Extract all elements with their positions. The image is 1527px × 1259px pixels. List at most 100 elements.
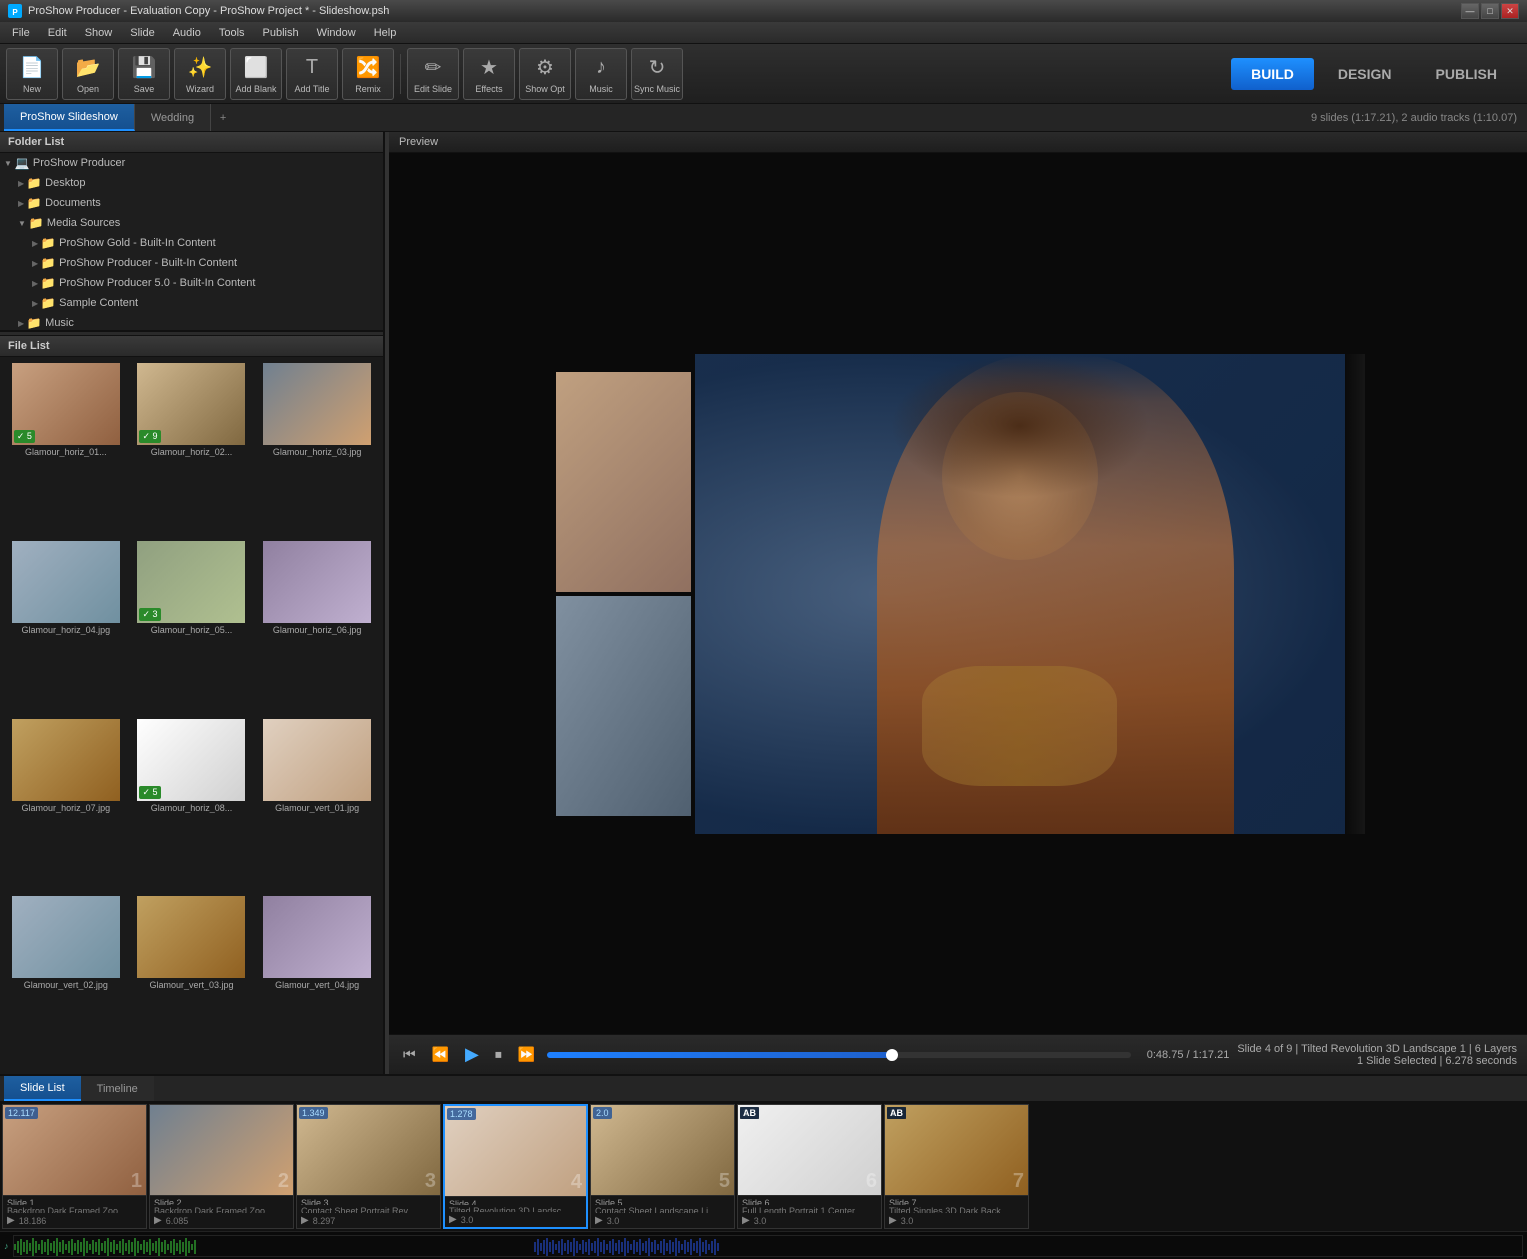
- folder-item-proshow-gold[interactable]: ▶📁ProShow Gold - Built-In Content: [0, 233, 383, 253]
- file-thumb-glamour10[interactable]: Glamour_vert_02.jpg: [4, 894, 128, 1070]
- slide-item-slide4[interactable]: 1.2784Slide 4Tilted Revolution 3D Landsc…: [443, 1104, 588, 1229]
- tab-slide-list[interactable]: Slide List: [4, 1076, 81, 1101]
- preview-area: Preview: [389, 132, 1527, 1074]
- toolbar-btn-edit-slide[interactable]: ✏Edit Slide: [407, 48, 459, 100]
- folder-icon-proshow-producer-content: 📁: [40, 255, 56, 271]
- slide-play-btn-slide1[interactable]: ▶: [7, 1215, 15, 1226]
- slide-play-btn-slide5[interactable]: ▶: [595, 1215, 603, 1226]
- file-thumb-glamour1[interactable]: ✓ 5Glamour_horiz_01...: [4, 361, 128, 537]
- slide-label-slide2: Slide 2: [150, 1195, 293, 1205]
- open-icon: 📂: [74, 54, 102, 82]
- minimize-button[interactable]: —: [1461, 3, 1479, 19]
- slide-play-btn-slide4[interactable]: ▶: [449, 1214, 457, 1225]
- preview-right-glow: [1345, 354, 1365, 834]
- menu-show[interactable]: Show: [77, 25, 121, 41]
- file-thumb-glamour2[interactable]: ✓ 9Glamour_horiz_02...: [130, 361, 254, 537]
- menu-window[interactable]: Window: [309, 25, 364, 41]
- file-thumb-glamour5[interactable]: ✓ 3Glamour_horiz_05...: [130, 539, 254, 715]
- slide-play-btn-slide3[interactable]: ▶: [301, 1215, 309, 1226]
- file-list-header: File List: [0, 336, 383, 357]
- progress-handle[interactable]: [886, 1049, 898, 1061]
- tab-wedding[interactable]: Wedding: [135, 104, 211, 131]
- slide-strip: 12.1171Slide 1Backdrop Dark Framed Zoo..…: [0, 1102, 1527, 1231]
- player-back[interactable]: ⏪: [428, 1042, 453, 1067]
- slide-item-slide7[interactable]: 2.0AB7Slide 7Tilted Singles 3D Dark Back…: [884, 1104, 1029, 1229]
- add-blank-label: Add Blank: [235, 84, 276, 94]
- menu-tools[interactable]: Tools: [211, 25, 253, 41]
- file-thumb-glamour9[interactable]: Glamour_vert_01.jpg: [255, 717, 379, 893]
- folder-item-proshow-producer[interactable]: ▼💻ProShow Producer: [0, 153, 383, 173]
- toolbar-btn-sync-music[interactable]: ↻Sync Music: [631, 48, 683, 100]
- slide-thumb-slide5: 2.05: [591, 1105, 734, 1195]
- player-skip-back[interactable]: ⏮: [399, 1042, 420, 1067]
- folder-item-sample-content[interactable]: ▶📁Sample Content: [0, 293, 383, 313]
- bottom-tabs: Slide List Timeline: [0, 1076, 1527, 1102]
- slide-list-tab-label: Slide List: [20, 1082, 65, 1094]
- titlebar-controls[interactable]: — □ ✕: [1461, 3, 1519, 19]
- folder-item-proshow-producer-50[interactable]: ▶📁ProShow Producer 5.0 - Built-In Conten…: [0, 273, 383, 293]
- slide-item-slide6[interactable]: 2.0AB6Slide 6Full Length Portrait 1 Cent…: [737, 1104, 882, 1229]
- slide-item-slide1[interactable]: 12.1171Slide 1Backdrop Dark Framed Zoo..…: [2, 1104, 147, 1229]
- player-forward[interactable]: ⏩: [514, 1042, 539, 1067]
- menu-publish[interactable]: Publish: [255, 25, 307, 41]
- slide-play-row-slide6: ▶3.0: [738, 1213, 881, 1228]
- progress-bar[interactable]: [547, 1052, 1130, 1058]
- tab-proshow-slideshow[interactable]: ProShow Slideshow: [4, 104, 135, 131]
- tree-arrow: ▶: [18, 179, 24, 188]
- tab-timeline[interactable]: Timeline: [81, 1076, 154, 1101]
- slide-item-slide3[interactable]: 1.3493Slide 3Contact Sheet Portrait Rev.…: [296, 1104, 441, 1229]
- folder-label-sample-content: Sample Content: [59, 297, 138, 309]
- toolbar-btn-show-opt[interactable]: ⚙Show Opt: [519, 48, 571, 100]
- toolbar-btn-wizard[interactable]: ✨Wizard: [174, 48, 226, 100]
- toolbar-btn-new[interactable]: 📄New: [6, 48, 58, 100]
- folder-item-documents[interactable]: ▶📁Documents: [0, 193, 383, 213]
- maximize-button[interactable]: □: [1481, 3, 1499, 19]
- file-thumb-glamour12[interactable]: Glamour_vert_04.jpg: [255, 894, 379, 1070]
- folder-label-proshow-producer: ProShow Producer: [33, 157, 125, 169]
- file-label-glamour9: Glamour_vert_01.jpg: [275, 803, 359, 813]
- toolbar-btn-remix[interactable]: 🔀Remix: [342, 48, 394, 100]
- close-button[interactable]: ✕: [1501, 3, 1519, 19]
- file-thumb-glamour4[interactable]: Glamour_horiz_04.jpg: [4, 539, 128, 715]
- add-title-label: Add Title: [294, 84, 329, 94]
- slide-label-slide3: Slide 3: [297, 1195, 440, 1205]
- mode-btn-publish[interactable]: PUBLISH: [1416, 58, 1517, 90]
- menu-help[interactable]: Help: [366, 25, 405, 41]
- slide-play-btn-slide6[interactable]: ▶: [742, 1215, 750, 1226]
- folder-label-documents: Documents: [45, 197, 101, 209]
- waveform-svg: [14, 1236, 1523, 1257]
- player-stop[interactable]: ⏹: [491, 1042, 506, 1067]
- mode-btn-design[interactable]: DESIGN: [1318, 58, 1412, 90]
- file-thumb-glamour3[interactable]: Glamour_horiz_03.jpg: [255, 361, 379, 537]
- toolbar-btn-effects[interactable]: ★Effects: [463, 48, 515, 100]
- file-label-glamour11: Glamour_vert_03.jpg: [149, 980, 233, 990]
- file-label-glamour7: Glamour_horiz_07.jpg: [22, 803, 111, 813]
- toolbar-btn-music[interactable]: ♪Music: [575, 48, 627, 100]
- player-play[interactable]: ▶: [461, 1040, 483, 1069]
- file-thumb-glamour8[interactable]: ✓ 5Glamour_horiz_08...: [130, 717, 254, 893]
- menu-audio[interactable]: Audio: [165, 25, 209, 41]
- toolbar-btn-add-title[interactable]: TAdd Title: [286, 48, 338, 100]
- folder-item-music[interactable]: ▶📁Music: [0, 313, 383, 332]
- tab-add-button[interactable]: +: [211, 104, 235, 131]
- toolbar-btn-open[interactable]: 📂Open: [62, 48, 114, 100]
- file-thumb-glamour11[interactable]: Glamour_vert_03.jpg: [130, 894, 254, 1070]
- thumb-image-glamour3: [263, 363, 371, 445]
- slide-item-slide5[interactable]: 2.05Slide 5Contact Sheet Landscape Li...…: [590, 1104, 735, 1229]
- thumb-image-glamour8: ✓ 5: [137, 719, 245, 801]
- folder-item-media-sources[interactable]: ▼📁Media Sources: [0, 213, 383, 233]
- menu-edit[interactable]: Edit: [40, 25, 75, 41]
- mode-btn-build[interactable]: BUILD: [1231, 58, 1314, 90]
- menu-slide[interactable]: Slide: [122, 25, 162, 41]
- folder-item-desktop[interactable]: ▶📁Desktop: [0, 173, 383, 193]
- file-thumb-glamour7[interactable]: Glamour_horiz_07.jpg: [4, 717, 128, 893]
- toolbar-btn-save[interactable]: 💾Save: [118, 48, 170, 100]
- new-label: New: [23, 84, 41, 94]
- slide-item-slide2[interactable]: 2Slide 2Backdrop Dark Framed Zoo...▶6.08…: [149, 1104, 294, 1229]
- menu-file[interactable]: File: [4, 25, 38, 41]
- folder-item-proshow-producer-content[interactable]: ▶📁ProShow Producer - Built-In Content: [0, 253, 383, 273]
- slide-play-btn-slide7[interactable]: ▶: [889, 1215, 897, 1226]
- toolbar-btn-add-blank[interactable]: ⬜Add Blank: [230, 48, 282, 100]
- slide-play-btn-slide2[interactable]: ▶: [154, 1215, 162, 1226]
- file-thumb-glamour6[interactable]: Glamour_horiz_06.jpg: [255, 539, 379, 715]
